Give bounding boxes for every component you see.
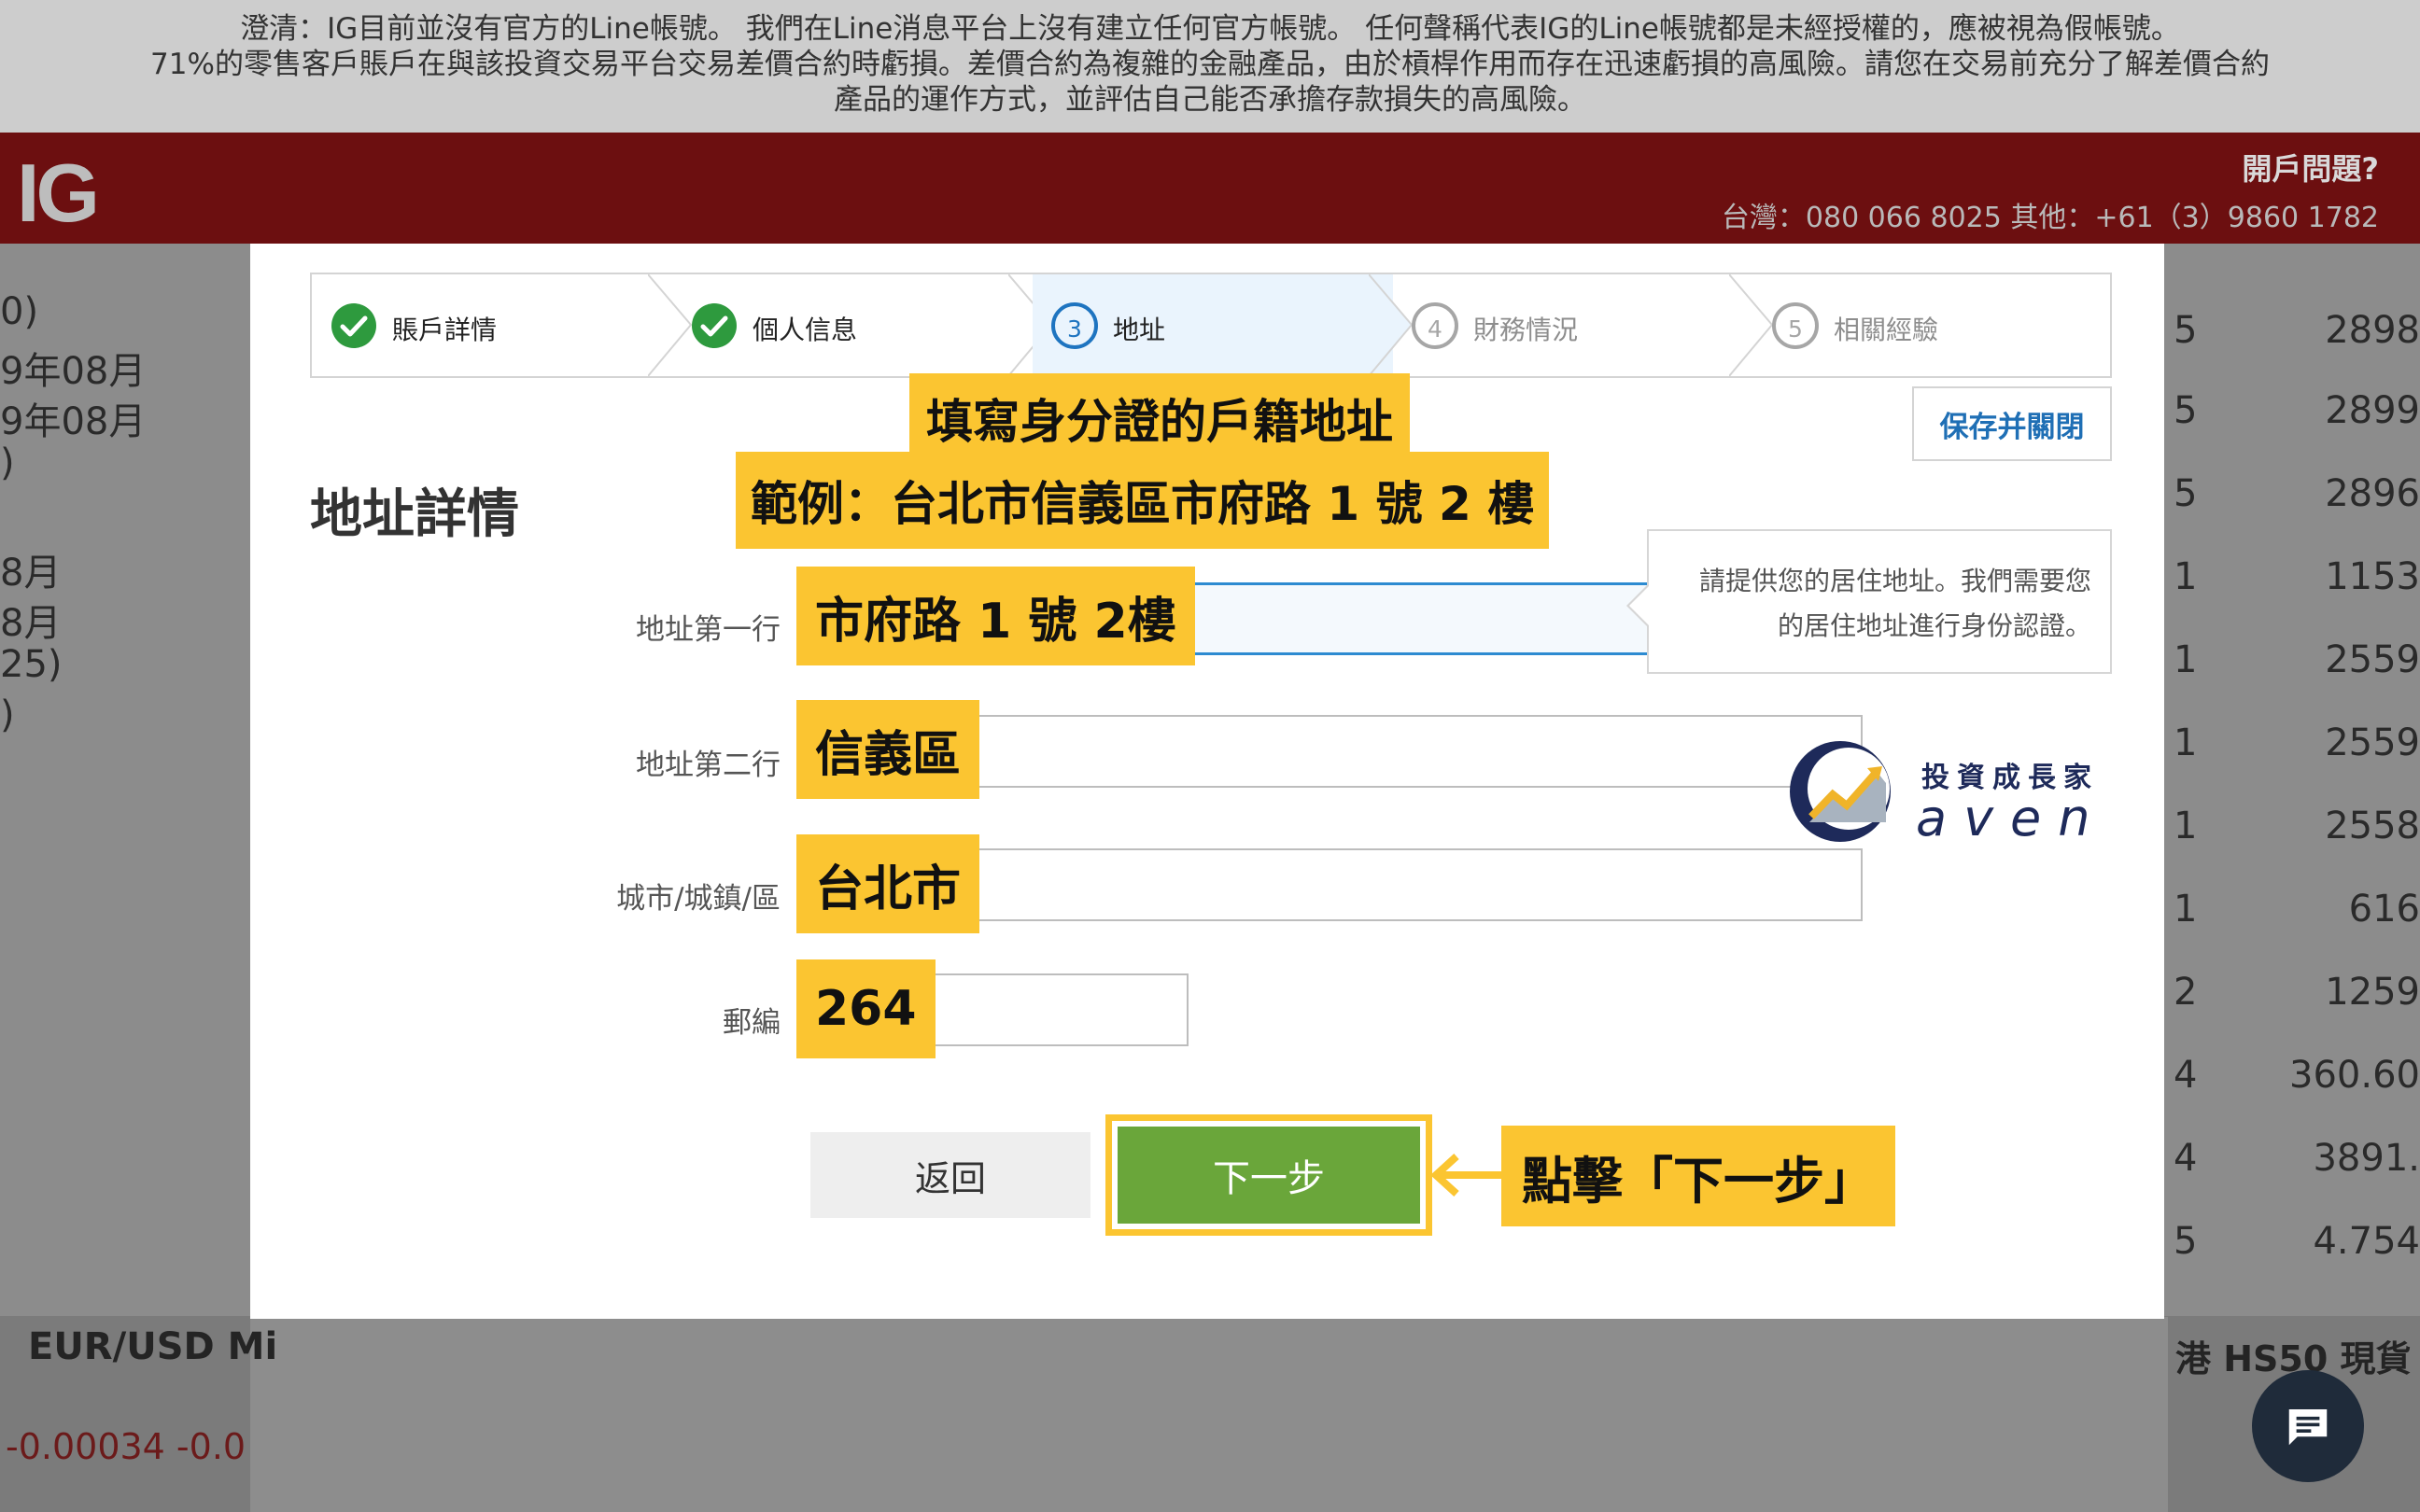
step-personal-info[interactable]: 個人信息 — [672, 274, 1053, 376]
bg-right-count: 1 — [2174, 805, 2198, 847]
disclaimer-line-2: 71%的零售客戶賬戶在與該投資交易平台交易差價合約時虧損。差價合約為複雜的金融產… — [150, 48, 2270, 81]
disclaimer-line-3: 產品的運作方式，並評估自己能否承擔存款損失的高風險。 — [834, 83, 1586, 117]
next-button-highlight: 下一步 — [1105, 1114, 1432, 1236]
bg-eurusd-label: EUR/USD Mi — [28, 1325, 278, 1368]
bg-left-row: ) — [0, 693, 15, 736]
bg-left-row: 9年08月 — [0, 350, 147, 393]
bg-right-count: 1 — [2174, 555, 2198, 598]
bg-right-value: 1153 — [2325, 555, 2420, 598]
callout-city: 台北市 — [796, 834, 980, 933]
support-phone-numbers: 台灣：080 066 8025 其他：+61（3）9860 1782 — [1721, 202, 2379, 234]
bg-right-count: 5 — [2174, 309, 2198, 352]
bg-right-value: 4.754 — [2313, 1220, 2420, 1263]
bg-left-row: ) — [0, 441, 15, 484]
background-right-column: 5 2898 5 2899 5 2896 1 1153 1 2559 1 2559 1 255… — [2164, 244, 2420, 1317]
bg-right-value: 2558 — [2325, 805, 2420, 847]
account-opening-help-link[interactable]: 開戶問題? — [2242, 146, 2379, 189]
address-line-1-label: 地址第一行 — [636, 613, 781, 647]
step-label: 個人信息 — [753, 315, 858, 345]
watermark-english-text: aven — [1916, 789, 2107, 847]
bg-right-count: 5 — [2174, 389, 2198, 432]
progress-stepper: 賬戶詳情 個人信息 3 地址 4 財務情況 5 相關經驗 — [310, 273, 2112, 378]
tooltip-arrow-fill — [1629, 585, 1650, 626]
callout-click-next: 點擊「下一步」 — [1501, 1126, 1895, 1226]
bg-left-row: 0) — [0, 290, 39, 333]
step-account-details[interactable]: 賬戶詳情 — [312, 274, 693, 376]
city-label: 城市/城鎮/區 — [616, 882, 781, 916]
address-line-2-label: 地址第二行 — [636, 749, 781, 782]
step-number-4-icon: 4 — [1412, 302, 1458, 349]
background-bottom-panel — [250, 1317, 2168, 1512]
back-button[interactable]: 返回 — [810, 1132, 1090, 1218]
bg-right-count: 4 — [2174, 1054, 2198, 1097]
arrow-left-icon — [1430, 1154, 1501, 1197]
postcode-label: 郵編 — [723, 1006, 781, 1040]
step-label: 地址 — [1113, 315, 1166, 345]
help-text-line-2: 的居住地址進行身份認證。 — [1777, 610, 2091, 641]
bg-right-value: 616 — [2348, 888, 2420, 931]
disclaimer-line-1: 澄清：IG目前並沒有官方的Line帳號。 我們在Line消息平台上沒有建立任何官… — [240, 12, 2180, 46]
bg-right-value: 2559 — [2325, 721, 2420, 764]
bg-right-count: 2 — [2174, 971, 2198, 1014]
callout-postcode: 264 — [796, 959, 936, 1058]
disclaimer-banner: 澄清：IG目前並沒有官方的Line帳號。 我們在Line消息平台上沒有建立任何官… — [0, 0, 2420, 133]
step-label: 財務情況 — [1473, 315, 1579, 345]
bg-right-count: 1 — [2174, 888, 2198, 931]
bg-right-count: 1 — [2174, 638, 2198, 681]
bg-left-row: 8月 — [0, 602, 62, 645]
bg-right-count: 5 — [2174, 472, 2198, 515]
step-number-5-icon: 5 — [1772, 302, 1819, 349]
bg-right-value: 1259 — [2325, 971, 2420, 1014]
step-number-3-icon: 3 — [1051, 302, 1098, 349]
bg-left-row: 9年08月 — [0, 400, 147, 443]
step-relevant-experience[interactable]: 5 相關經驗 — [1753, 274, 2114, 376]
step-financial-situation[interactable]: 4 財務情況 — [1393, 274, 1774, 376]
bg-right-value: 2899 — [2325, 389, 2420, 432]
callout-address-line-1: 市府路 1 號 2樓 — [796, 567, 1195, 665]
step-label: 相關經驗 — [1834, 315, 1939, 345]
chat-icon — [2288, 1409, 2328, 1446]
step-label: 賬戶詳情 — [392, 315, 498, 345]
bg-eurusd-change: -0.00034 -0.0 — [6, 1426, 246, 1467]
chat-button[interactable] — [2252, 1370, 2364, 1482]
bg-left-row: 25) — [0, 643, 63, 686]
bg-right-count: 5 — [2174, 1220, 2198, 1263]
step-address[interactable]: 3 地址 — [1033, 274, 1414, 376]
aven-logo-icon — [1790, 741, 1891, 842]
bg-right-count: 4 — [2174, 1137, 2198, 1180]
check-circle-icon — [331, 303, 376, 348]
bg-right-value: 360.60 — [2289, 1054, 2420, 1097]
bg-right-value: 3891. — [2313, 1137, 2420, 1180]
ig-logo[interactable]: IG — [17, 146, 100, 241]
next-button[interactable]: 下一步 — [1118, 1127, 1420, 1224]
site-header: IG 開戶問題? 台灣：080 066 8025 其他：+61（3）9860 1… — [0, 133, 2420, 244]
bg-right-count: 1 — [2174, 721, 2198, 764]
bg-right-value: 2559 — [2325, 638, 2420, 681]
save-and-close-button[interactable]: 保存并關閉 — [1912, 386, 2112, 461]
bg-right-value: 2898 — [2325, 309, 2420, 352]
callout-title-line-2: 範例：台北市信義區市府路 1 號 2 樓 — [736, 452, 1550, 549]
address-help-tooltip: 請提供您的居住地址。我們需要您 的居住地址進行身份認證。 — [1626, 529, 2112, 674]
section-title: 地址詳情 — [310, 484, 519, 545]
callout-title-line-1: 填寫身分證的戶籍地址 — [909, 373, 1410, 463]
help-text-line-1: 請提供您的居住地址。我們需要您 — [1698, 566, 2091, 596]
callout-address-line-2: 信義區 — [796, 700, 980, 799]
check-circle-icon — [692, 303, 737, 348]
background-left-column: 0) 9年08月 9年08月 ) 8月 8月 25) ) — [0, 244, 247, 1317]
bg-left-row: 8月 — [0, 552, 62, 595]
bg-right-value: 2896 — [2325, 472, 2420, 515]
